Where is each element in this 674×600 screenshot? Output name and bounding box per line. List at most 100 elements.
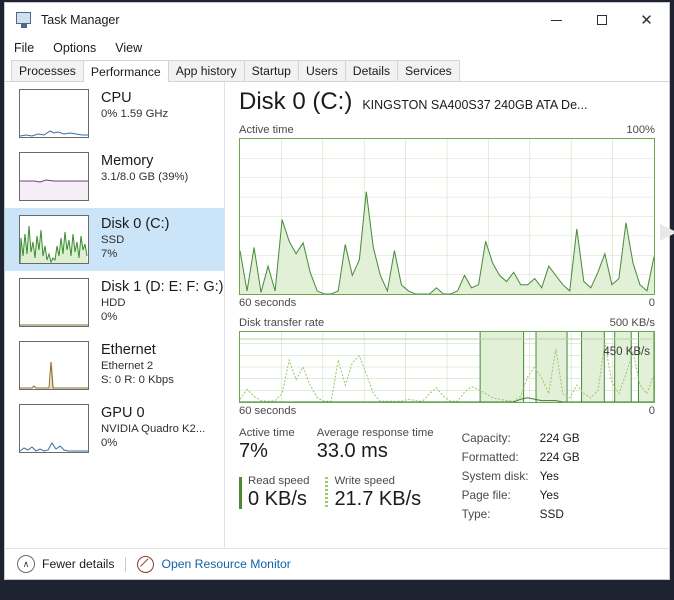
- sidebar-item-sub2: S: 0 R: 0 Kbps: [101, 374, 174, 387]
- stat-value: 7%: [239, 440, 268, 462]
- transfer-rate-caption: Disk transfer rate 500 KB/s: [239, 317, 655, 329]
- menu-item-options[interactable]: Options: [53, 41, 96, 55]
- property-key: Formatted:: [461, 450, 519, 465]
- transfer-rate-min: 0: [648, 405, 655, 417]
- property-key: Page file:: [461, 488, 511, 503]
- task-manager-window: Task Manager ✕ File Options View Process…: [4, 2, 670, 580]
- active-time-max: 100%: [626, 124, 655, 136]
- sidebar-item-sub: 0% 1.59 GHz: [101, 107, 169, 120]
- open-resource-monitor-link[interactable]: Open Resource Monitor: [137, 555, 291, 573]
- open-resource-monitor-label: Open Resource Monitor: [161, 557, 291, 571]
- sidebar-item-sub: NVIDIA Quadro K2...: [101, 422, 206, 435]
- active-time-chart: [239, 138, 655, 295]
- sidebar-item-gpu-0[interactable]: GPU 0 NVIDIA Quadro K2... 0%: [5, 397, 224, 460]
- tab-startup[interactable]: Startup: [243, 60, 299, 81]
- stat-value: 21.7 KB/s: [334, 488, 422, 510]
- maximize-button[interactable]: [579, 3, 624, 37]
- statistics-left: Active time 7% Average response time 33.…: [239, 427, 456, 525]
- stat-label: Active time: [239, 427, 295, 439]
- transfer-rate-max: 500 KB/s: [609, 317, 655, 329]
- property-type: Type: SSD: [462, 505, 580, 524]
- sidebar-item-ethernet[interactable]: Ethernet Ethernet 2 S: 0 R: 0 Kbps: [5, 334, 224, 397]
- property-key: Type:: [461, 507, 491, 522]
- tab-processes[interactable]: Processes: [11, 60, 84, 81]
- tab-app-history[interactable]: App history: [167, 60, 245, 81]
- speed-row: Read speed 0 KB/s Write speed 21.7 KB/s: [239, 475, 456, 511]
- minimize-button[interactable]: [534, 3, 579, 37]
- task-manager-icon: [15, 11, 33, 29]
- stat-average-response-time: Average response time 33.0 ms: [317, 427, 434, 463]
- sidebar-item-label: Disk 1 (D: E: F: G:): [101, 279, 224, 295]
- property-formatted: Formatted: 224 GB: [462, 448, 580, 467]
- window-controls: ✕: [534, 3, 669, 37]
- tab-details[interactable]: Details: [344, 60, 399, 81]
- sidebar-item-sub: 3.1/8.0 GB (39%): [101, 170, 189, 183]
- desktop-arrow-icon: ▶: [660, 218, 674, 243]
- property-value: 224 GB: [539, 450, 580, 465]
- transfer-rate-axis: 60 seconds 0: [239, 405, 655, 417]
- statistics-area: Active time 7% Average response time 33.…: [239, 427, 655, 525]
- sidebar-item-disk-0[interactable]: Disk 0 (C:) SSD 7%: [5, 208, 224, 271]
- stat-active-time: Active time 7%: [239, 427, 295, 463]
- sidebar-item-cpu[interactable]: CPU 0% 1.59 GHz: [5, 82, 224, 145]
- sidebar-item-memory[interactable]: Memory 3.1/8.0 GB (39%): [5, 145, 224, 208]
- sidebar-item-label: CPU: [101, 90, 132, 106]
- resource-monitor-icon: [137, 555, 155, 573]
- sidebar-item-label: Ethernet: [101, 342, 156, 358]
- window-title: Task Manager: [41, 13, 120, 27]
- sidebar-item-disk-1[interactable]: Disk 1 (D: E: F: G:) HDD 0%: [5, 271, 224, 334]
- disk-properties: Capacity: 224 GB Formatted: 224 GB Syste…: [462, 427, 580, 525]
- stat-value: 33.0 ms: [316, 440, 388, 462]
- footer-divider: [125, 556, 127, 572]
- transfer-rate-label: Disk transfer rate: [239, 317, 325, 329]
- transfer-rate-xlabel: 60 seconds: [239, 405, 297, 417]
- tab-performance[interactable]: Performance: [82, 60, 169, 82]
- sidebar-item-sub: SSD: [101, 233, 125, 246]
- sidebar-item-sub2: 0%: [101, 311, 118, 324]
- page-title: Disk 0 (C:): [239, 88, 353, 115]
- transfer-rate-annotation: 450 KB/s: [603, 346, 650, 358]
- stat-value: 0 KB/s: [248, 488, 307, 510]
- read-speed-marker: [239, 477, 242, 509]
- active-time-axis: 60 seconds 0: [239, 297, 655, 309]
- menu-item-file[interactable]: File: [14, 41, 34, 55]
- stat-label: Write speed: [334, 475, 396, 487]
- sidebar-item-label: Disk 0 (C:): [101, 216, 170, 232]
- disk1-thumbnail-graph: [19, 278, 89, 327]
- memory-thumbnail-graph: [19, 152, 89, 201]
- sidebar-item-sub2: 7%: [101, 248, 118, 261]
- transfer-rate-graph-block: Disk transfer rate 500 KB/s 450 KB/s 60 …: [239, 317, 655, 417]
- sidebar-item-sub: Ethernet 2: [101, 359, 154, 372]
- active-time-xlabel: 60 seconds: [239, 297, 297, 309]
- property-value: SSD: [539, 507, 564, 522]
- active-time-caption: Active time 100%: [239, 124, 655, 136]
- active-time-min: 0: [648, 297, 655, 309]
- device-model: KINGSTON SA400S37 240GB ATA De...: [362, 98, 588, 112]
- tab-strip: Processes Performance App history Startu…: [5, 59, 669, 82]
- footer-bar: ∧ Fewer details Open Resource Monitor: [5, 548, 669, 579]
- property-system-disk: System disk: Yes: [462, 467, 580, 486]
- main-header: Disk 0 (C:) KINGSTON SA400S37 240GB ATA …: [239, 88, 655, 116]
- transfer-rate-chart: 450 KB/s: [239, 331, 655, 403]
- property-capacity: Capacity: 224 GB: [462, 429, 580, 448]
- title-bar: Task Manager ✕: [5, 3, 669, 37]
- menu-item-view[interactable]: View: [115, 41, 142, 55]
- property-key: System disk:: [461, 469, 529, 484]
- active-time-label: Active time: [239, 124, 294, 136]
- stat-write-speed: Write speed 21.7 KB/s: [325, 475, 421, 511]
- property-value: Yes: [539, 469, 559, 484]
- main-panel: Disk 0 (C:) KINGSTON SA400S37 240GB ATA …: [225, 82, 669, 548]
- property-key: Capacity:: [461, 431, 511, 445]
- fewer-details-button[interactable]: ∧ Fewer details: [17, 555, 114, 573]
- menu-bar: File Options View: [5, 37, 669, 59]
- performance-sidebar: CPU 0% 1.59 GHz Memory 3.1/8.0 GB (39%): [5, 82, 225, 548]
- statistics-columns: Active time 7% Average response time 33.…: [239, 427, 456, 525]
- chevron-up-icon: ∧: [17, 555, 35, 573]
- sidebar-item-sub2: 0%: [101, 437, 118, 450]
- close-button[interactable]: ✕: [624, 3, 669, 37]
- tab-users[interactable]: Users: [297, 60, 346, 81]
- ethernet-thumbnail-graph: [19, 341, 89, 390]
- property-page-file: Page file: Yes: [462, 486, 580, 505]
- cpu-thumbnail-graph: [19, 89, 89, 138]
- tab-services[interactable]: Services: [397, 60, 460, 81]
